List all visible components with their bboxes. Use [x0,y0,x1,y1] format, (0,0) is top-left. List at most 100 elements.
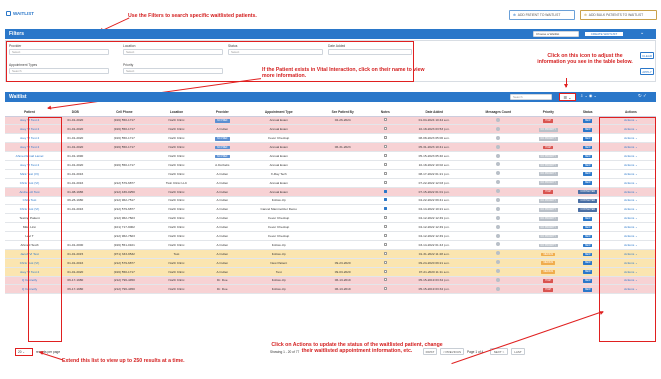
last-page-button[interactable]: LAST [511,348,525,355]
actions-dropdown[interactable]: Actions ⌄ [624,154,638,158]
column-header[interactable]: Messages Count [469,108,527,117]
per-page-select[interactable]: 20 ⌄ [15,348,33,356]
patient-name[interactable]: Mick Test (VI) [20,172,39,176]
provider-select[interactable]: Select [9,49,109,55]
actions-dropdown[interactable]: Actions ⌄ [624,127,638,131]
refresh-icon[interactable]: ↻ ✓ [638,93,647,99]
actions-dropdown[interactable]: Actions ⌄ [624,163,638,167]
actions-dropdown[interactable]: Actions ⌄ [624,172,638,176]
column-header[interactable]: Cell Phone [96,108,152,117]
messages-icon[interactable] [496,251,501,256]
patient-name[interactable]: Joey VI Test 2 [20,145,39,149]
messages-icon[interactable] [496,189,501,194]
actions-dropdown[interactable]: Actions ⌄ [624,287,638,291]
patient-name[interactable]: Joey VI Test 2 [20,127,39,131]
add-bulk-button[interactable]: ⊕ ADD BULK PATIENTS TO WAITLIST [580,10,657,20]
actions-dropdown[interactable]: Actions ⌄ [624,243,638,247]
messages-icon[interactable] [496,197,501,202]
waitlist-search-input[interactable]: Search [510,94,552,100]
messages-icon[interactable] [496,260,501,265]
messages-icon[interactable] [496,162,501,167]
actions-dropdown[interactable]: Actions ⌄ [624,136,638,140]
choose-waitlist-select[interactable]: Choose a Waitlist [533,31,579,37]
actions-dropdown[interactable]: Actions ⌄ [624,207,638,211]
notes-icon[interactable] [383,287,388,291]
messages-icon[interactable] [496,286,501,291]
location-select[interactable]: Select [123,49,223,55]
patient-name[interactable]: Chris Test (VI) [20,261,40,265]
actions-dropdown[interactable]: Actions ⌄ [624,216,638,220]
column-header[interactable]: Notes [371,108,400,117]
actions-dropdown[interactable]: Actions ⌄ [624,118,638,122]
patient-name[interactable]: Chris Test (VI) [20,181,40,185]
notes-icon[interactable] [383,127,388,131]
clear-button[interactable]: CLEAR [640,52,654,59]
messages-icon[interactable] [496,153,501,158]
actions-dropdown[interactable]: Actions ⌄ [624,252,638,256]
notes-icon[interactable] [383,145,388,149]
patient-name[interactable]: Joey VI Test 2 [20,270,39,274]
column-header[interactable]: DOB [54,108,97,117]
column-header[interactable]: Priority [526,108,570,117]
messages-icon[interactable] [496,269,501,274]
messages-icon[interactable] [496,242,501,247]
patient-name[interactable]: Joey VI Test 2 [20,118,39,122]
column-header[interactable]: Status [569,108,606,117]
notes-icon[interactable] [383,198,388,202]
actions-dropdown[interactable]: Actions ⌄ [624,181,638,185]
column-header[interactable]: See Patient By [313,108,372,117]
column-header[interactable]: Provider [201,108,244,117]
date-added-input[interactable] [328,49,412,55]
column-header[interactable]: Patient [5,108,54,117]
messages-icon[interactable] [496,277,501,282]
notes-icon[interactable] [383,260,388,264]
priority-select[interactable]: Select [123,68,223,74]
messages-icon[interactable] [496,135,501,140]
actions-dropdown[interactable]: Actions ⌄ [624,270,638,274]
notes-icon[interactable] [383,278,388,282]
patient-name[interactable]: Q Connolly [22,287,37,291]
column-settings-icon[interactable]: ☰ ⌄ [559,93,576,101]
messages-icon[interactable] [496,224,501,229]
notes-icon[interactable] [383,136,388,140]
column-header[interactable]: Appointment Type [243,108,314,117]
column-header[interactable]: Location [152,108,201,117]
notes-icon[interactable] [383,234,388,238]
patient-name[interactable]: Andrea AI Test [19,190,39,194]
patient-name[interactable]: Chris Test [23,198,37,202]
actions-dropdown[interactable]: Actions ⌄ [624,190,638,194]
messages-icon[interactable] [496,171,501,176]
actions-dropdown[interactable]: Actions ⌄ [624,234,638,238]
actions-dropdown[interactable]: Actions ⌄ [624,225,638,229]
patient-name[interactable]: Chris Test (VI) [20,207,40,211]
patient-name[interactable]: Q Connolly [22,278,37,282]
messages-icon[interactable] [496,180,501,185]
notes-icon[interactable] [383,269,388,273]
messages-icon[interactable] [496,117,501,122]
patient-name[interactable]: Joey VI Test 2 [20,136,39,140]
actions-dropdown[interactable]: Actions ⌄ [624,278,638,282]
notes-icon[interactable] [383,162,388,166]
notes-icon[interactable] [383,171,388,175]
status-select[interactable]: Select [228,49,323,55]
messages-icon[interactable] [496,144,501,149]
patient-name[interactable]: Joey VI Test 2 [20,163,39,167]
actions-dropdown[interactable]: Actions ⌄ [624,261,638,265]
notes-icon[interactable] [383,118,388,122]
actions-dropdown[interactable]: Actions ⌄ [624,145,638,149]
notes-icon[interactable] [383,251,388,255]
notes-icon[interactable] [383,207,388,211]
notes-icon[interactable] [383,180,388,184]
notes-icon[interactable] [383,242,388,246]
messages-icon[interactable] [496,233,501,238]
column-header[interactable]: Actions [605,108,656,117]
appointment-types-input[interactable]: Search [9,68,109,74]
column-header[interactable]: Date Added [399,108,470,117]
notes-icon[interactable] [383,154,388,157]
view-options-icon[interactable]: ⇩ ⌄ ◉ ⌄ [580,93,597,98]
notes-icon[interactable] [383,216,388,220]
add-patient-button[interactable]: ⊕ ADD PATIENT TO WAITLIST [509,10,575,20]
patient-name[interactable]: Jacob VI Test [20,252,39,256]
messages-icon[interactable] [496,126,501,131]
create-waitlist-button[interactable]: CREATE WAITLIST [584,31,624,37]
